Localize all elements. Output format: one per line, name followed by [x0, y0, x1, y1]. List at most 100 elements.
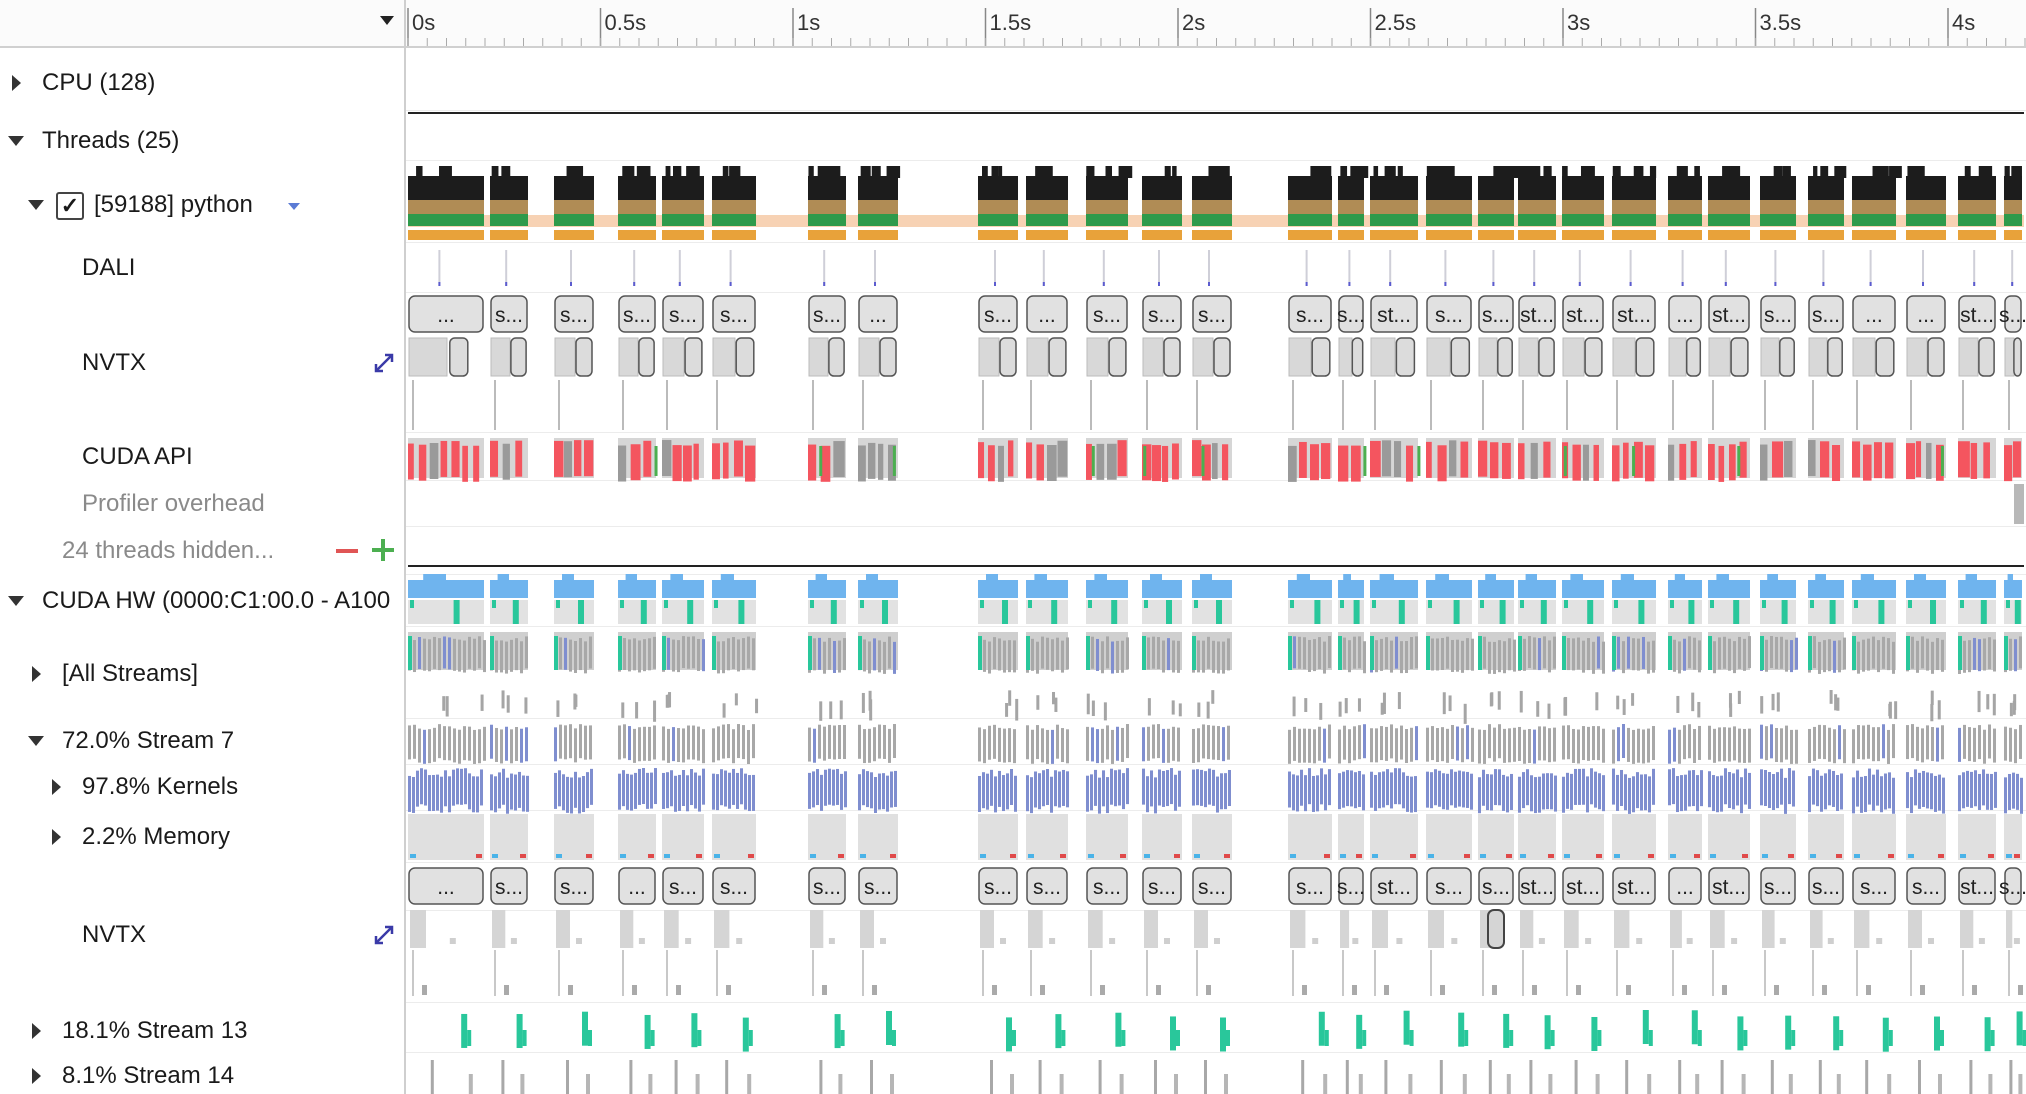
kernel-bar — [1922, 770, 1925, 807]
hide-thread-minus-icon[interactable] — [336, 549, 358, 553]
stream7-kernel — [893, 724, 896, 759]
collapse-arrow-icon[interactable] — [8, 596, 24, 606]
nvtx-nested-range — [1312, 938, 1319, 944]
stream7-kernel — [722, 724, 725, 759]
cuda-api-call — [440, 440, 448, 477]
row-nvtx-hw[interactable]: NVTX — [0, 912, 404, 958]
row-cpu[interactable]: CPU (128) — [0, 60, 404, 106]
cuda-api-call — [1502, 442, 1511, 479]
thread-menu-dropdown-icon[interactable] — [288, 203, 300, 210]
stream7-kernel — [1775, 728, 1778, 763]
stream-sparse-kernel — [1536, 701, 1540, 717]
dali-range — [633, 250, 636, 286]
kernel-bar — [1494, 769, 1497, 806]
hw-teal-kernel — [1587, 600, 1594, 624]
all-streams-kernel — [1577, 637, 1580, 670]
show-thread-plus-icon[interactable] — [372, 539, 394, 561]
kernel-bar — [886, 775, 889, 812]
row-all-streams[interactable]: [All Streams] — [0, 651, 404, 697]
collapse-arrow-icon[interactable] — [28, 736, 44, 746]
chevron-down-icon[interactable] — [380, 16, 394, 25]
row-cuda-hw[interactable]: CUDA HW (0000:C1:00.0 - A100 — [0, 578, 404, 624]
collapse-arrow-icon[interactable] — [28, 200, 44, 210]
expand-arrow-icon[interactable] — [32, 1068, 41, 1084]
all-streams-kernel — [1212, 640, 1215, 673]
all-streams-kernel — [1358, 636, 1361, 669]
kernel-bar — [476, 776, 479, 813]
kernel-bar — [1196, 769, 1199, 806]
stream7-kernel — [1380, 726, 1383, 761]
row-dali[interactable]: DALI — [0, 246, 404, 290]
stream13-kernel — [1591, 1016, 1598, 1051]
hw-memory-spike — [1150, 574, 1162, 582]
memory-band — [2004, 814, 2022, 860]
cuda-api-call — [683, 445, 692, 482]
thread-cpu-usage-block — [1518, 176, 1556, 200]
expand-arrow-icon[interactable] — [32, 1023, 41, 1039]
expand-arrow-icon[interactable] — [12, 75, 21, 91]
kernel-bar — [1098, 777, 1101, 814]
time-ruler[interactable]: 0s 0.5s 1s 1.5s 2s 2.5s 3s 3.5s 4s — [406, 0, 2026, 48]
cuda-api-call — [1086, 443, 1092, 480]
row-stream14[interactable]: 8.1% Stream 14 — [0, 1054, 404, 1094]
thread-cpu-usage-block — [408, 176, 484, 200]
expand-arrow-icon[interactable] — [52, 779, 61, 795]
nvtx-nested-range — [1026, 337, 1049, 377]
kernel-bar — [1828, 769, 1831, 806]
dali-marker — [438, 282, 441, 286]
row-stream13[interactable]: 18.1% Stream 13 — [0, 1008, 404, 1054]
kernel-bar — [1212, 769, 1215, 806]
kernel-bar — [1628, 777, 1631, 814]
cuda-api-call — [1057, 440, 1068, 477]
stream-sparse-kernel — [1676, 695, 1680, 713]
row-separator — [406, 718, 2026, 719]
row-kernels[interactable]: 97.8% Kernels — [0, 764, 404, 810]
cuda-api-call — [662, 440, 672, 477]
row-python-thread[interactable]: ✓ [59188] python — [0, 182, 404, 228]
thread-state-green — [2004, 214, 2022, 226]
stream7-kernel — [1587, 726, 1590, 761]
expand-rows-icon[interactable] — [372, 351, 396, 375]
nvtx-nested-range — [1584, 337, 1603, 377]
timeline-canvas[interactable]: ......s...s...s...s...s......s...s...s..… — [406, 0, 2026, 1094]
row-threads[interactable]: Threads (25) — [0, 118, 404, 164]
row-stream7[interactable]: 72.0% Stream 7 — [0, 718, 404, 764]
stream-sparse-kernel — [1197, 702, 1201, 717]
timeline-panel[interactable]: ...... s... s... s... s... s...... s... s... s..… — [406, 0, 2026, 1094]
row-cuda-api[interactable]: CUDA API — [0, 434, 404, 480]
hw-teal-kernel — [2014, 600, 2021, 624]
hw-memory-activity — [808, 580, 846, 598]
thread-state-running — [1852, 200, 1896, 214]
row-nvtx[interactable]: NVTX — [0, 340, 404, 386]
all-streams-kernel — [1973, 637, 1976, 670]
memory-transfer — [1060, 854, 1066, 858]
nvtx-nested-range — [1109, 938, 1116, 944]
kernel-bar — [1208, 768, 1211, 805]
stream14-kernel — [648, 1074, 653, 1094]
kernel-bar — [890, 771, 893, 808]
collapse-arrow-icon[interactable] — [8, 136, 24, 146]
all-streams-kernel — [579, 638, 582, 671]
row-memory[interactable]: 2.2% Memory — [0, 814, 404, 860]
nvtx-range-label: s... — [1198, 304, 1226, 327]
nvtx-nested-tick — [1090, 950, 1092, 996]
nvtx-nested-range — [576, 938, 582, 944]
memory-band — [1192, 814, 1232, 860]
stream7-kernel — [1963, 724, 1966, 759]
thread-checkbox[interactable]: ✓ — [56, 192, 84, 220]
expand-arrow-icon[interactable] — [52, 829, 61, 845]
stream7-kernel — [682, 728, 685, 763]
expand-arrow-icon[interactable] — [32, 666, 41, 682]
row-cpu-label: CPU (128) — [42, 69, 156, 96]
nvtx-nested-range — [736, 938, 743, 944]
memory-band — [408, 814, 484, 860]
hw-memory-activity — [1612, 580, 1656, 598]
row-profiler-overhead[interactable]: Profiler overhead — [0, 482, 404, 526]
cuda-api-call — [723, 442, 729, 479]
stream13-kernel — [1503, 1013, 1510, 1048]
expand-rows-icon[interactable] — [372, 923, 396, 947]
memory-transfer — [838, 854, 844, 858]
nvtx-nested-tick — [862, 380, 864, 430]
all-streams-kernel — [697, 638, 700, 671]
nvtx-range-label: st... — [1960, 304, 1994, 327]
